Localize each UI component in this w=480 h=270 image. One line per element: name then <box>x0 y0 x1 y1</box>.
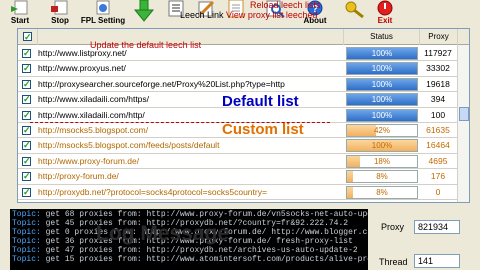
proxy-count-label: Proxy <box>381 222 405 232</box>
row-url: http://www.proxyus.net/ <box>38 63 126 74</box>
table-row[interactable]: http://www.proxy-forum.de/ 18% 4695 <box>18 154 458 170</box>
row-proxy-count: 100 <box>430 109 446 120</box>
update-default-list-button[interactable] <box>127 0 161 28</box>
thread-count-label: Thread <box>379 257 408 267</box>
row-checkbox[interactable] <box>22 138 31 152</box>
custom-list-overlay: Custom list <box>222 121 304 138</box>
fpl-setting-button[interactable]: FPL Setting <box>78 0 128 28</box>
row-proxy-count: 33302 <box>426 63 450 74</box>
row-url: http://proxydb.net/?protocol=socks4proto… <box>38 186 267 197</box>
register-button[interactable] <box>340 0 370 28</box>
header-status[interactable]: Status <box>344 29 420 45</box>
select-all-checkbox[interactable] <box>23 29 32 45</box>
proxy-count-field: 821934 <box>414 220 460 234</box>
grid-header: Status Proxy <box>18 29 469 45</box>
annotation-reload: Reload leech lists <box>250 0 321 10</box>
row-status: 100% <box>346 139 418 153</box>
key-icon <box>345 1 364 18</box>
row-status: 8% <box>346 185 418 199</box>
annotation-leech-link: Leech Link <box>180 10 224 20</box>
scrollbar-thumb[interactable] <box>459 107 469 121</box>
row-status: 100% <box>346 62 418 76</box>
row-status: 100% <box>346 47 418 60</box>
leech-list-grid[interactable]: Status Proxy http://www.listproxy.net/ 1… <box>17 28 470 203</box>
row-checkbox[interactable] <box>22 154 31 168</box>
log-line: Topic: get 15 proxies from: http://www.a… <box>12 255 368 264</box>
update-arrow-icon <box>133 0 155 22</box>
default-list-overlay: Default list <box>222 93 299 110</box>
table-row[interactable]: http://proxydb.net/?protocol=socks4proto… <box>18 185 458 200</box>
thread-count-field[interactable]: 141 <box>414 254 460 268</box>
row-proxy-count: 0 <box>435 186 441 197</box>
table-row[interactable]: http://msocks5.blogspot.com/feeds/posts/… <box>18 138 458 154</box>
row-checkbox[interactable] <box>22 169 31 183</box>
row-checkbox[interactable] <box>22 185 31 199</box>
app-window: Start Stop FPL Setting ? About Exit ✓ St… <box>0 0 480 270</box>
stop-button[interactable]: Stop <box>40 0 80 28</box>
start-button[interactable]: Start <box>0 0 40 28</box>
row-checkbox[interactable] <box>22 92 31 106</box>
row-status: 8% <box>346 170 418 184</box>
row-proxy-count: 16464 <box>426 140 450 151</box>
row-checkbox[interactable] <box>22 61 31 75</box>
row-proxy-count: 4695 <box>428 155 448 166</box>
table-row[interactable]: http://proxysearcher.sourceforge.net/Pro… <box>18 77 458 93</box>
table-row[interactable]: http://www.proxyus.net/ 100% 33302 <box>18 61 458 77</box>
log-line: Topic: get 68 proxies from: http://www.p… <box>12 210 368 219</box>
log-line: Topic: get 47 proxies from: http://proxy… <box>12 246 358 255</box>
row-proxy-count: 394 <box>430 94 446 105</box>
exit-button[interactable]: Exit <box>368 0 402 28</box>
annotation-update: Update the default leech list <box>90 40 202 50</box>
row-status: 100% <box>346 77 418 91</box>
row-checkbox[interactable] <box>22 77 31 91</box>
row-status: 18% <box>346 154 418 168</box>
log-message-overlay: Log Message <box>96 222 230 245</box>
table-row[interactable]: http://www.listproxy.net/ 100% 117927 <box>18 46 458 62</box>
row-proxy-count: 61635 <box>426 124 450 135</box>
header-select-all[interactable] <box>18 29 38 45</box>
row-proxy-count: 117927 <box>424 48 452 58</box>
row-checkbox[interactable] <box>22 123 31 137</box>
row-url: http://www.proxy-forum.de/ <box>38 155 140 166</box>
row-checkbox[interactable] <box>22 46 31 60</box>
row-proxy-count: 19618 <box>426 78 450 89</box>
table-row[interactable]: http://proxy-forum.de/ 8% 176 <box>18 169 458 185</box>
row-checkbox[interactable] <box>22 108 31 122</box>
row-url: http://proxy-forum.de/ <box>38 171 119 182</box>
grid-vertical-scrollbar[interactable] <box>457 45 469 202</box>
header-proxy[interactable]: Proxy <box>420 29 458 45</box>
row-status: 42% <box>346 123 418 137</box>
row-status: 100% <box>346 93 418 107</box>
row-status: 100% <box>346 108 418 122</box>
row-url: http://msocks5.blogspot.com/feeds/posts/… <box>38 140 220 151</box>
annotation-view-proxy: View proxy list leeched <box>226 10 318 20</box>
row-url: http://proxysearcher.sourceforge.net/Pro… <box>38 78 285 89</box>
row-proxy-count: 176 <box>430 171 446 182</box>
